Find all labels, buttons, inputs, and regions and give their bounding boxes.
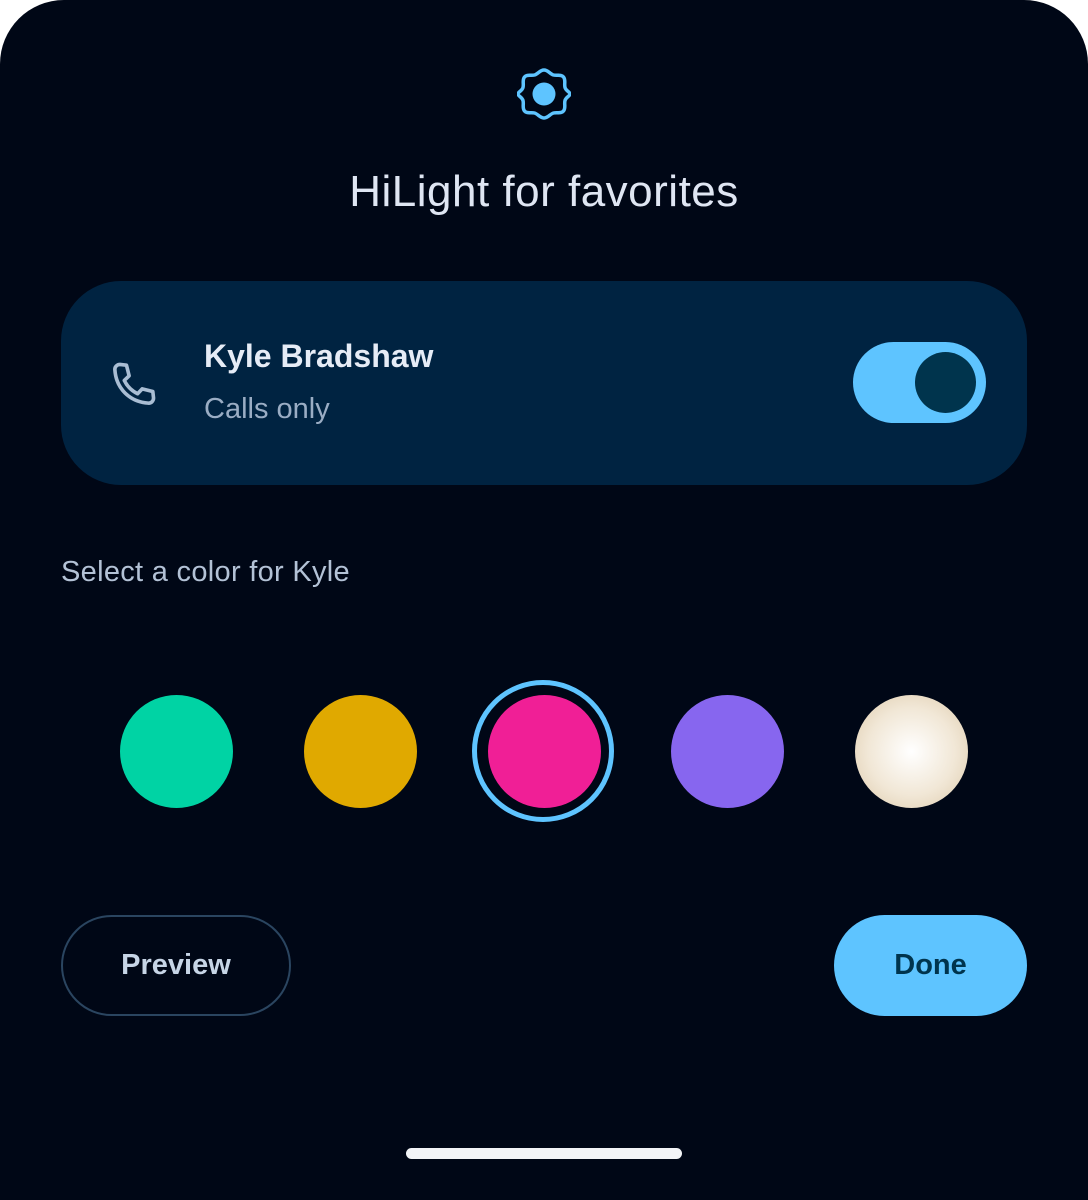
color-swatch-pink[interactable] xyxy=(488,695,601,808)
gesture-navigation-bar[interactable] xyxy=(406,1148,682,1159)
color-swatch-cream[interactable] xyxy=(855,695,968,808)
bottom-sheet-dialog: HiLight for favorites Kyle Bradshaw Call… xyxy=(0,0,1088,1200)
preview-button[interactable]: Preview xyxy=(61,915,291,1016)
color-swatch-purple[interactable] xyxy=(671,695,784,808)
color-swatch-green[interactable] xyxy=(120,695,233,808)
toggle-knob xyxy=(915,352,976,413)
phone-icon xyxy=(113,362,156,405)
scalloped-badge-icon xyxy=(517,68,571,120)
done-button[interactable]: Done xyxy=(834,915,1027,1016)
color-picker-label: Select a color for Kyle xyxy=(61,556,350,588)
contact-subtitle: Calls only xyxy=(204,393,330,425)
dialog-title: HiLight for favorites xyxy=(349,167,739,216)
color-swatch-amber[interactable] xyxy=(304,695,417,808)
contact-name: Kyle Bradshaw xyxy=(204,338,434,374)
hilight-toggle[interactable] xyxy=(853,342,986,423)
